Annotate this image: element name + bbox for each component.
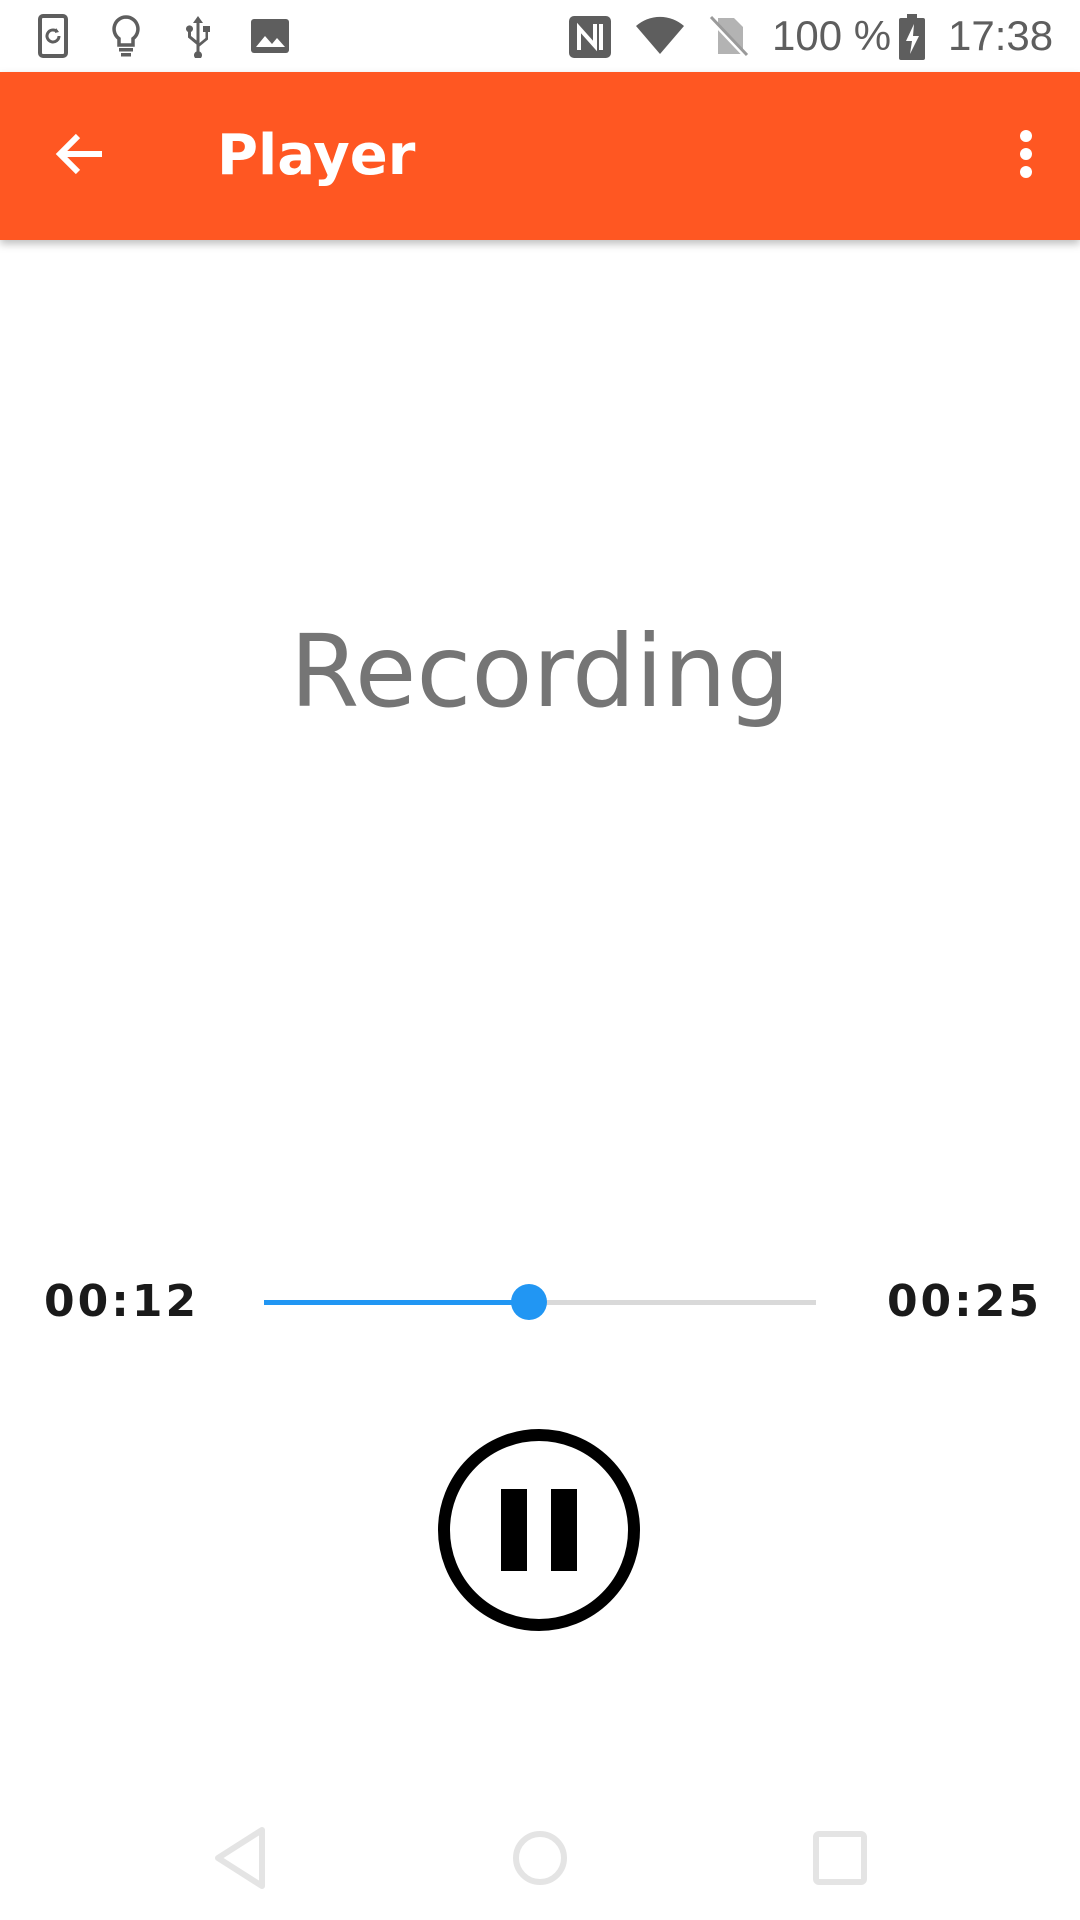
total-time: 00:25 [886, 1276, 1042, 1327]
back-button[interactable] [40, 116, 120, 196]
overflow-menu-button[interactable] [986, 116, 1066, 196]
nav-back-icon [210, 1826, 270, 1895]
arrow-back-icon [52, 126, 108, 187]
elapsed-time: 00:12 [44, 1276, 200, 1327]
no-sim-icon [706, 14, 750, 58]
recording-title: Recording [289, 613, 791, 730]
app-bar: Player [0, 72, 1080, 240]
battery-percent: 100 % [772, 12, 892, 59]
nav-back-button[interactable] [202, 1822, 278, 1898]
navigation-bar [0, 1800, 1080, 1920]
seekbar-progress [264, 1300, 529, 1305]
image-icon [248, 14, 292, 58]
status-time: 17:38 [948, 12, 1054, 59]
nav-home-icon [512, 1830, 568, 1891]
pause-button[interactable] [438, 1429, 640, 1631]
battery-charging-icon [897, 14, 927, 60]
nav-recents-button[interactable] [802, 1822, 878, 1898]
screen-rotation-icon [32, 14, 76, 58]
page-title: Player [217, 123, 416, 188]
seekbar[interactable] [264, 1280, 816, 1324]
nav-home-button[interactable] [502, 1822, 578, 1898]
wifi-icon [634, 14, 684, 58]
usb-icon [176, 14, 220, 60]
pause-icon [489, 1489, 589, 1571]
more-vert-icon [1016, 126, 1036, 187]
bulb-icon [104, 14, 148, 58]
nav-recents-icon [813, 1830, 867, 1890]
nfc-icon [567, 14, 611, 58]
status-bar: 100 % 17:38 [0, 0, 1080, 72]
seekbar-thumb[interactable] [511, 1284, 547, 1320]
